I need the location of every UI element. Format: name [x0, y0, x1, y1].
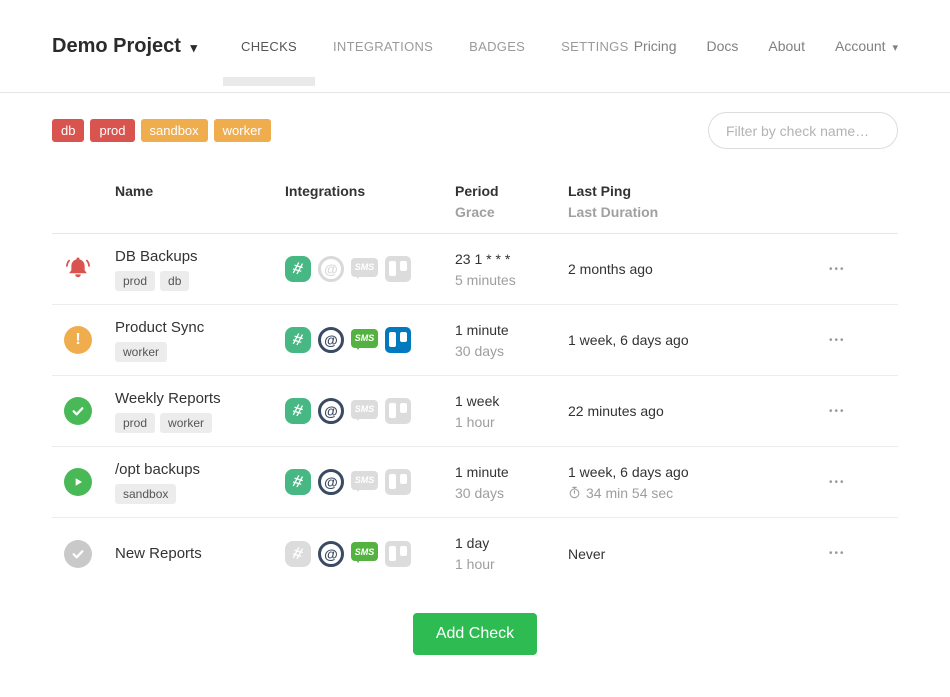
check-last-duration: 34 min 54 sec: [568, 485, 813, 501]
check-tag: sandbox: [115, 484, 176, 504]
sms-integration-icon: SMS: [351, 542, 378, 561]
check-last-ping: 1 week, 6 days ago: [568, 464, 813, 480]
check-name[interactable]: Product Sync: [115, 319, 285, 336]
primary-tabs: CHECKS INTEGRATIONS BADGES SETTINGS: [241, 39, 629, 54]
row-menu-button[interactable]: •••: [823, 329, 852, 352]
sms-integration-icon: SMS: [351, 258, 378, 277]
check-tag: worker: [115, 342, 167, 362]
nav-link-pricing[interactable]: Pricing: [634, 38, 677, 54]
slack-integration-icon: #: [285, 256, 311, 282]
table-row-opt-backups[interactable]: /opt backups sandbox # @ SMS 1 minute 30…: [52, 447, 898, 518]
email-integration-icon: @: [318, 256, 344, 282]
check-last-ping: 2 months ago: [568, 261, 813, 277]
chevron-down-icon: ▾: [191, 40, 198, 55]
trello-integration-icon: [385, 327, 411, 353]
check-last-ping: 22 minutes ago: [568, 403, 813, 419]
check-name-filter-input[interactable]: [708, 112, 898, 149]
account-label: Account: [835, 38, 886, 54]
table-header-row: Name Integrations Period Grace Last Ping…: [52, 175, 898, 234]
tag-filter-prod[interactable]: prod: [90, 119, 134, 142]
column-header-name: Name: [115, 183, 285, 220]
email-integration-icon: @: [318, 469, 344, 495]
check-period: 1 minute: [455, 464, 568, 480]
table-row-new-reports[interactable]: New Reports # @ SMS 1 day 1 hour Never •…: [52, 518, 898, 589]
row-menu-button[interactable]: •••: [823, 542, 852, 565]
nav-link-about[interactable]: About: [768, 38, 805, 54]
check-grace: 1 hour: [455, 556, 568, 572]
column-header-period: Period: [455, 183, 568, 199]
top-nav-bar: Demo Project ▾ CHECKS INTEGRATIONS BADGE…: [0, 0, 950, 93]
checks-table: Name Integrations Period Grace Last Ping…: [52, 175, 898, 589]
check-tag: db: [160, 271, 189, 291]
column-header-last-ping: Last Ping: [568, 183, 813, 199]
project-switcher-dropdown[interactable]: Demo Project ▾: [52, 35, 197, 58]
row-menu-button[interactable]: •••: [823, 400, 852, 423]
email-integration-icon: @: [318, 541, 344, 567]
column-header-last-duration: Last Duration: [568, 204, 813, 220]
email-integration-icon: @: [318, 398, 344, 424]
filter-toolbar: db prod sandbox worker: [52, 112, 898, 149]
tag-filter-sandbox[interactable]: sandbox: [141, 119, 208, 142]
slack-integration-icon: #: [285, 327, 311, 353]
slack-integration-icon: #: [285, 398, 311, 424]
tab-integrations[interactable]: INTEGRATIONS: [333, 39, 433, 54]
check-tag: prod: [115, 271, 155, 291]
check-name[interactable]: /opt backups: [115, 461, 285, 478]
status-warning-icon: !: [64, 326, 92, 354]
check-last-ping: Never: [568, 546, 813, 562]
check-grace: 30 days: [455, 343, 568, 359]
status-ok-check-icon: [64, 397, 92, 425]
email-integration-icon: @: [318, 327, 344, 353]
tab-badges[interactable]: BADGES: [469, 39, 525, 54]
table-row-db-backups[interactable]: DB Backups prod db # @ SMS 23 1 * * * 5 …: [52, 234, 898, 305]
account-dropdown[interactable]: Account ▾: [835, 38, 898, 54]
check-name[interactable]: New Reports: [115, 545, 285, 562]
table-row-weekly-reports[interactable]: Weekly Reports prod worker # @ SMS 1 wee…: [52, 376, 898, 447]
check-last-ping: 1 week, 6 days ago: [568, 332, 813, 348]
check-period: 1 day: [455, 535, 568, 551]
check-period: 1 minute: [455, 322, 568, 338]
check-tag: worker: [160, 413, 212, 433]
secondary-nav: Pricing Docs About Account ▾: [634, 38, 898, 54]
row-menu-button[interactable]: •••: [823, 258, 852, 281]
check-name[interactable]: DB Backups: [115, 248, 285, 265]
stopwatch-icon: [568, 486, 581, 499]
trello-integration-icon: [385, 398, 411, 424]
tab-settings[interactable]: SETTINGS: [561, 39, 628, 54]
check-grace: 1 hour: [455, 414, 568, 430]
sms-integration-icon: SMS: [351, 471, 378, 490]
chevron-down-icon: ▾: [892, 42, 898, 54]
trello-integration-icon: [385, 256, 411, 282]
add-check-button[interactable]: Add Check: [413, 613, 537, 655]
check-period: 1 week: [455, 393, 568, 409]
tag-filter-db[interactable]: db: [52, 119, 84, 142]
slack-integration-icon: #: [285, 469, 311, 495]
trello-integration-icon: [385, 469, 411, 495]
tag-filter-group: db prod sandbox worker: [52, 119, 271, 142]
check-tag: prod: [115, 413, 155, 433]
tag-filter-worker[interactable]: worker: [214, 119, 271, 142]
status-running-play-icon: [64, 468, 92, 496]
status-alert-bell-icon: [64, 255, 92, 283]
sms-integration-icon: SMS: [351, 400, 378, 419]
check-grace: 5 minutes: [455, 272, 568, 288]
table-row-product-sync[interactable]: ! Product Sync worker # @ SMS 1 minute: [52, 305, 898, 376]
check-grace: 30 days: [455, 485, 568, 501]
column-header-grace: Grace: [455, 204, 568, 220]
trello-integration-icon: [385, 541, 411, 567]
check-period: 23 1 * * *: [455, 251, 568, 267]
tab-checks[interactable]: CHECKS: [241, 39, 297, 54]
check-name[interactable]: Weekly Reports: [115, 390, 285, 407]
search-container: [708, 112, 898, 149]
slack-integration-icon: #: [285, 541, 311, 567]
status-new-check-icon: [64, 540, 92, 568]
row-menu-button[interactable]: •••: [823, 471, 852, 494]
column-header-integrations: Integrations: [285, 183, 455, 220]
nav-link-docs[interactable]: Docs: [706, 38, 738, 54]
project-title: Demo Project: [52, 35, 181, 57]
sms-integration-icon: SMS: [351, 329, 378, 348]
